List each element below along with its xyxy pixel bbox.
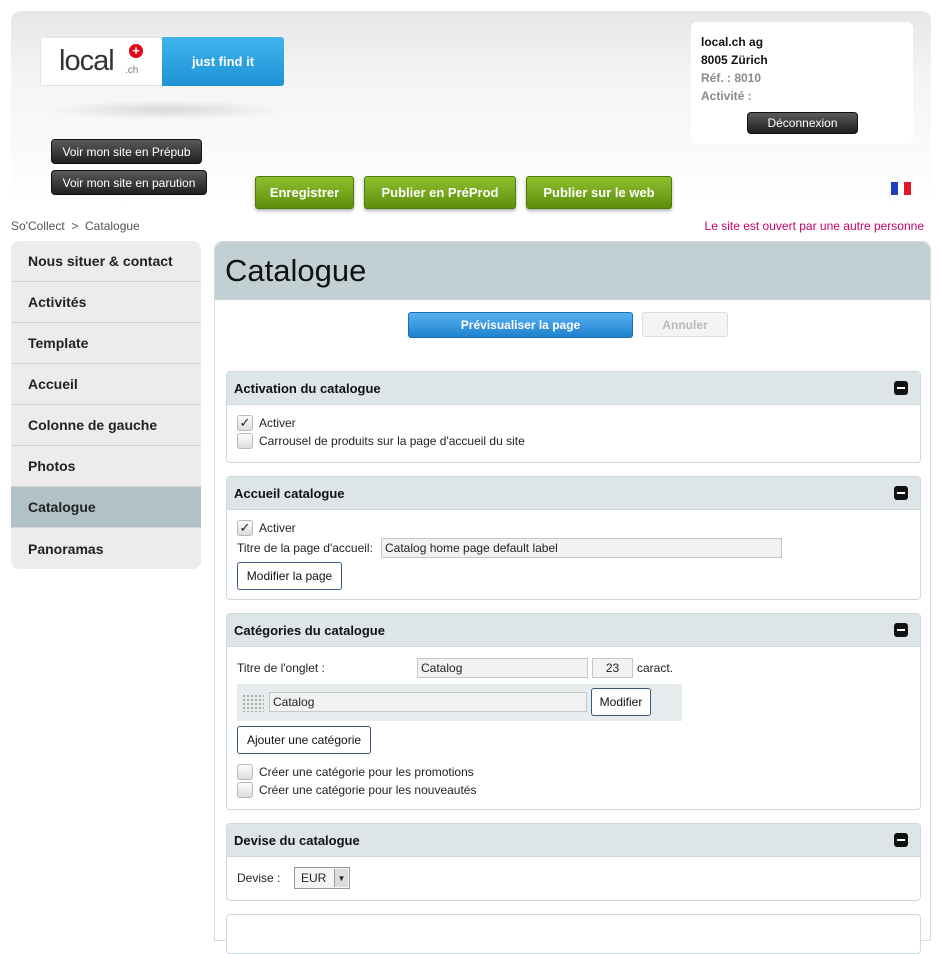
page-title: Catalogue bbox=[225, 253, 367, 288]
currency-label: Devise : bbox=[237, 871, 281, 885]
panel-next bbox=[226, 914, 921, 954]
category-row: Catalog Modifier bbox=[237, 684, 682, 721]
publish-web-button[interactable]: Publier sur le web bbox=[526, 176, 672, 209]
tab-title-input[interactable]: Catalog bbox=[417, 658, 588, 678]
sidebar-item-activites[interactable]: Activités bbox=[11, 282, 201, 323]
sidebar-item-panoramas[interactable]: Panoramas bbox=[11, 528, 201, 569]
dropdown-arrow-icon[interactable]: ▼ bbox=[334, 869, 348, 887]
home-title-label: Titre de la page d'accueil: bbox=[237, 541, 373, 555]
publish-preprod-button[interactable]: Publier en PréProd bbox=[364, 176, 516, 209]
promo-checkbox[interactable] bbox=[237, 764, 253, 780]
breadcrumb-root[interactable]: So'Collect bbox=[11, 219, 65, 233]
char-count: 23 bbox=[592, 658, 633, 678]
add-category-button[interactable]: Ajouter une catégorie bbox=[237, 726, 371, 754]
user-box: local.ch ag 8005 Zürich Réf. : 8010 Acti… bbox=[691, 22, 913, 144]
activate-catalog-checkbox[interactable]: ✓ bbox=[237, 415, 253, 431]
panel-currency-title: Devise du catalogue bbox=[234, 832, 360, 848]
cancel-button[interactable]: Annuler bbox=[642, 312, 728, 337]
drag-handle-icon[interactable] bbox=[242, 694, 264, 712]
logo-shadow bbox=[45, 100, 285, 120]
collapse-icon[interactable] bbox=[894, 381, 908, 395]
sidebar-item-colonne-gauche[interactable]: Colonne de gauche bbox=[11, 405, 201, 446]
sidebar-item-photos[interactable]: Photos bbox=[11, 446, 201, 487]
category-name-input[interactable]: Catalog bbox=[269, 692, 587, 712]
breadcrumb: So'Collect > Catalogue bbox=[11, 219, 140, 233]
panel-categories: Catégories du catalogue Titre de l'ongle… bbox=[226, 613, 921, 810]
home-title-input[interactable]: Catalog home page default label bbox=[381, 538, 782, 558]
panel-currency: Devise du catalogue Devise : EUR ▼ bbox=[226, 823, 921, 901]
swiss-cross-icon: + bbox=[129, 44, 143, 58]
home-activate-row[interactable]: ✓ Activer bbox=[237, 520, 296, 536]
sidebar-item-accueil[interactable]: Accueil bbox=[11, 364, 201, 405]
promo-label: Créer une catégorie pour les promotions bbox=[259, 765, 474, 779]
activation-activate-row[interactable]: ✓ Activer bbox=[237, 415, 296, 431]
news-row[interactable]: Créer une catégorie pour les nouveautés bbox=[237, 782, 476, 798]
main-content: Catalogue Prévisualiser la page Annuler … bbox=[214, 241, 931, 954]
modify-page-button[interactable]: Modifier la page bbox=[237, 562, 342, 590]
view-prepub-button[interactable]: Voir mon site en Prépub bbox=[51, 139, 202, 164]
panel-categories-title: Catégories du catalogue bbox=[234, 622, 385, 638]
logo-tagline: just find it bbox=[162, 37, 284, 86]
collapse-icon[interactable] bbox=[894, 623, 908, 637]
activation-carousel-row[interactable]: Carrousel de produits sur la page d'accu… bbox=[237, 433, 525, 449]
collapse-icon[interactable] bbox=[894, 486, 908, 500]
panel-activation: Activation du catalogue ✓ Activer Carrou… bbox=[226, 371, 921, 463]
panel-home-title: Accueil catalogue bbox=[234, 485, 345, 501]
sidebar-item-contact[interactable]: Nous situer & contact bbox=[11, 241, 201, 282]
news-checkbox[interactable] bbox=[237, 782, 253, 798]
company-city: 8005 Zürich bbox=[701, 53, 768, 67]
promo-row[interactable]: Créer une catégorie pour les promotions bbox=[237, 764, 474, 780]
panel-home: Accueil catalogue ✓ Activer Titre de la … bbox=[226, 476, 921, 600]
currency-value: EUR bbox=[301, 871, 327, 885]
logout-button[interactable]: Déconnexion bbox=[747, 112, 858, 134]
sidebar-item-template[interactable]: Template bbox=[11, 323, 201, 364]
carousel-label: Carrousel de produits sur la page d'accu… bbox=[259, 434, 525, 448]
category-modify-button[interactable]: Modifier bbox=[591, 688, 651, 716]
panel-activation-title: Activation du catalogue bbox=[234, 380, 381, 396]
activate-catalog-label: Activer bbox=[259, 416, 296, 430]
news-label: Créer une catégorie pour les nouveautés bbox=[259, 783, 477, 797]
french-flag-icon[interactable] bbox=[891, 182, 912, 195]
breadcrumb-separator: > bbox=[71, 219, 79, 233]
activate-home-label: Activer bbox=[259, 521, 296, 535]
currency-select[interactable]: EUR ▼ bbox=[294, 867, 350, 889]
local-ch-logo[interactable]: local + .ch just find it bbox=[40, 37, 284, 86]
carousel-checkbox[interactable] bbox=[237, 433, 253, 449]
company-name: local.ch ag bbox=[701, 35, 764, 49]
company-activity: Activité : bbox=[701, 89, 752, 103]
page-header: Catalogue bbox=[215, 242, 930, 300]
logo-suffix: .ch bbox=[125, 65, 139, 76]
collapse-icon[interactable] bbox=[894, 833, 908, 847]
view-parution-button[interactable]: Voir mon site en parution bbox=[51, 170, 207, 195]
locked-warning: Le site est ouvert par une autre personn… bbox=[704, 219, 924, 233]
activate-home-checkbox[interactable]: ✓ bbox=[237, 520, 253, 536]
breadcrumb-current: Catalogue bbox=[85, 219, 140, 233]
preview-page-button[interactable]: Prévisualiser la page bbox=[408, 312, 633, 338]
tab-title-label: Titre de l'onglet : bbox=[237, 661, 325, 675]
logo-word: local bbox=[59, 45, 115, 77]
save-button[interactable]: Enregistrer bbox=[255, 176, 354, 209]
company-ref: Réf. : 8010 bbox=[701, 71, 762, 85]
sidebar-item-catalogue[interactable]: Catalogue bbox=[11, 487, 201, 528]
sidebar: Nous situer & contact Activités Template… bbox=[11, 241, 201, 569]
char-unit: caract. bbox=[637, 661, 674, 675]
